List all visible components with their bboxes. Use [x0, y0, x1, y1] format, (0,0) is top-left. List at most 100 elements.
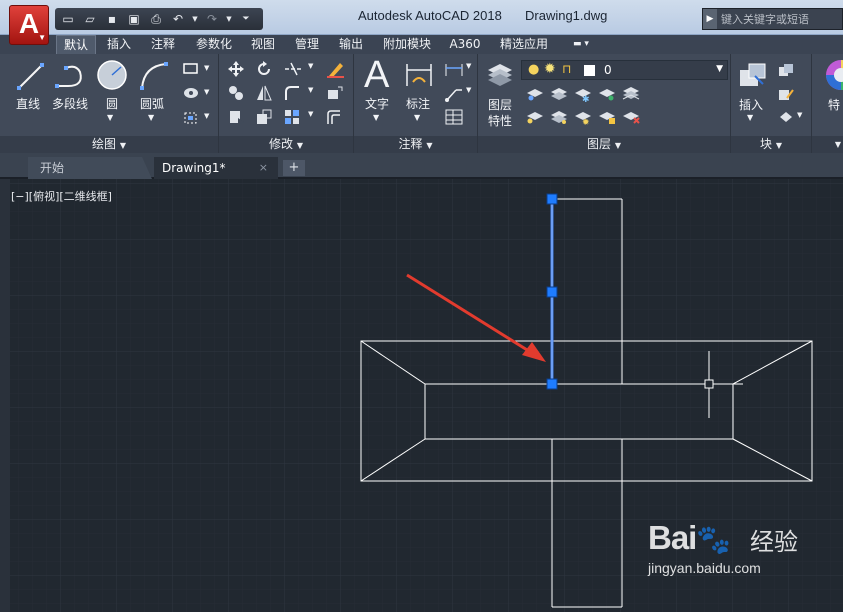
dimension-dropdown-icon[interactable]: ▼: [414, 113, 420, 122]
undo-icon[interactable]: ↶: [169, 11, 187, 27]
edit-block-icon[interactable]: [777, 86, 795, 102]
tab-annotate[interactable]: 注释: [144, 35, 182, 54]
dimension-icon[interactable]: [404, 60, 434, 92]
polyline-icon[interactable]: [54, 60, 88, 92]
tab-output[interactable]: 输出: [332, 35, 370, 54]
leader-dropdown-icon[interactable]: ▼: [466, 86, 471, 94]
layer-match-icon[interactable]: [622, 86, 640, 102]
arc-icon[interactable]: [138, 60, 170, 92]
tab-default[interactable]: 默认: [56, 35, 96, 54]
redo-dropdown-icon[interactable]: ▼: [225, 11, 233, 27]
grip-top[interactable]: [546, 193, 558, 205]
create-block-icon[interactable]: [777, 62, 795, 78]
polyline-tool-label[interactable]: 多段线: [52, 95, 88, 112]
rectangle-dropdown-icon[interactable]: ▼: [204, 64, 209, 72]
mirror-icon[interactable]: [255, 84, 273, 102]
boundary-icon[interactable]: [182, 110, 200, 126]
layer-properties-label-1[interactable]: 图层: [488, 96, 512, 113]
array-dropdown-icon[interactable]: ▼: [308, 110, 313, 118]
layer-off-icon[interactable]: [598, 86, 616, 102]
line-tool-label[interactable]: 直线: [16, 95, 40, 112]
search-input[interactable]: [721, 12, 841, 26]
layers-panel-footer[interactable]: 图层 ▼: [478, 136, 730, 153]
ribbon-minimize-icon[interactable]: ▬ ▾: [566, 35, 596, 54]
array-icon[interactable]: [283, 108, 301, 126]
properties-panel-footer[interactable]: ▼: [812, 136, 843, 153]
insert-dropdown-icon[interactable]: ▼: [747, 113, 753, 122]
unlock-icon[interactable]: ⊓: [562, 62, 571, 76]
sun-icon[interactable]: ✹: [544, 61, 556, 77]
fillet-dropdown-icon[interactable]: ▼: [308, 86, 313, 94]
move-icon[interactable]: [227, 60, 245, 78]
hatch-icon[interactable]: [182, 86, 200, 100]
help-search-box[interactable]: ▶: [702, 8, 843, 30]
scale-icon[interactable]: [255, 108, 273, 126]
drawing-canvas[interactable]: [−][俯视][二维线框] Bai🐾 经验 jingyan.baidu.com: [0, 179, 843, 612]
leader-icon[interactable]: [444, 84, 464, 102]
circle-dropdown-icon[interactable]: ▼: [107, 113, 113, 122]
color-swatch-icon[interactable]: [584, 65, 595, 76]
tab-featured-apps[interactable]: 精选应用: [494, 35, 554, 54]
layer-walk-icon[interactable]: [550, 109, 568, 125]
new-tab-button[interactable]: +: [283, 160, 305, 176]
explode-icon[interactable]: [325, 84, 343, 102]
circle-icon[interactable]: [96, 59, 128, 91]
tab-start[interactable]: 开始: [28, 157, 152, 179]
circle-tool-label[interactable]: 圆: [106, 95, 118, 112]
arc-dropdown-icon[interactable]: ▼: [148, 113, 154, 122]
layer-unisolate-icon[interactable]: [550, 86, 568, 102]
grip-bottom[interactable]: [546, 378, 558, 390]
properties-label[interactable]: 特: [828, 96, 840, 113]
print-icon[interactable]: ⎙: [147, 11, 165, 27]
linear-dimension-dropdown-icon[interactable]: ▼: [466, 62, 471, 70]
text-dropdown-icon[interactable]: ▼: [373, 113, 379, 122]
open-folder-icon[interactable]: ▱: [81, 11, 99, 27]
layer-delete-icon[interactable]: [622, 109, 640, 125]
layer-thaw-icon[interactable]: ✹: [574, 109, 592, 125]
attributes-dropdown-icon[interactable]: ▼: [797, 111, 802, 119]
line-icon[interactable]: [16, 60, 46, 92]
make-current-icon[interactable]: [526, 109, 544, 125]
table-icon[interactable]: [444, 108, 464, 126]
tab-parametric[interactable]: 参数化: [190, 35, 238, 54]
fillet-icon[interactable]: [283, 84, 301, 102]
grip-middle[interactable]: [546, 286, 558, 298]
erase-icon[interactable]: [325, 60, 345, 78]
layer-lock-icon[interactable]: [598, 109, 616, 125]
text-icon[interactable]: A: [364, 54, 389, 97]
dimension-tool-label[interactable]: 标注: [406, 95, 430, 112]
tab-manage[interactable]: 管理: [288, 35, 326, 54]
boundary-dropdown-icon[interactable]: ▼: [204, 112, 209, 120]
trim-icon[interactable]: [283, 60, 305, 78]
tab-a360[interactable]: A360: [444, 35, 486, 54]
layer-freeze-icon[interactable]: ✱: [574, 86, 592, 102]
color-wheel-icon[interactable]: [824, 58, 843, 92]
insert-block-icon[interactable]: [737, 60, 769, 92]
lightbulb-icon[interactable]: ●: [528, 62, 539, 77]
rotate-icon[interactable]: [255, 60, 273, 78]
expand-arrow-icon[interactable]: ▶: [703, 9, 717, 29]
close-icon[interactable]: ×: [259, 157, 268, 179]
tab-view[interactable]: 视图: [244, 35, 282, 54]
annotation-panel-footer[interactable]: 注释 ▼: [354, 136, 477, 153]
save-icon[interactable]: ▪: [103, 11, 121, 27]
layer-properties-icon[interactable]: [486, 60, 514, 90]
layer-isolate-icon[interactable]: [526, 86, 544, 102]
modify-panel-footer[interactable]: 修改 ▼: [219, 136, 353, 153]
layer-dropdown[interactable]: ● ✹ ⊓ 0 ▼: [521, 60, 728, 80]
hatch-dropdown-icon[interactable]: ▼: [204, 88, 209, 96]
arc-tool-label[interactable]: 圆弧: [140, 95, 164, 112]
new-file-icon[interactable]: ▭: [59, 11, 77, 27]
stretch-icon[interactable]: [227, 108, 245, 126]
rectangle-icon[interactable]: [182, 62, 200, 76]
draw-panel-footer[interactable]: 绘图 ▼: [0, 136, 218, 153]
application-menu-button[interactable]: A ▼: [9, 5, 49, 45]
layer-properties-label-2[interactable]: 特性: [488, 112, 512, 129]
tab-drawing1[interactable]: Drawing1* ×: [154, 157, 278, 179]
insert-tool-label[interactable]: 插入: [739, 96, 763, 113]
tab-addins[interactable]: 附加模块: [376, 35, 438, 54]
text-tool-label[interactable]: 文字: [365, 95, 389, 112]
block-attributes-icon[interactable]: [777, 109, 795, 125]
offset-icon[interactable]: [325, 108, 343, 126]
trim-dropdown-icon[interactable]: ▼: [308, 62, 313, 70]
